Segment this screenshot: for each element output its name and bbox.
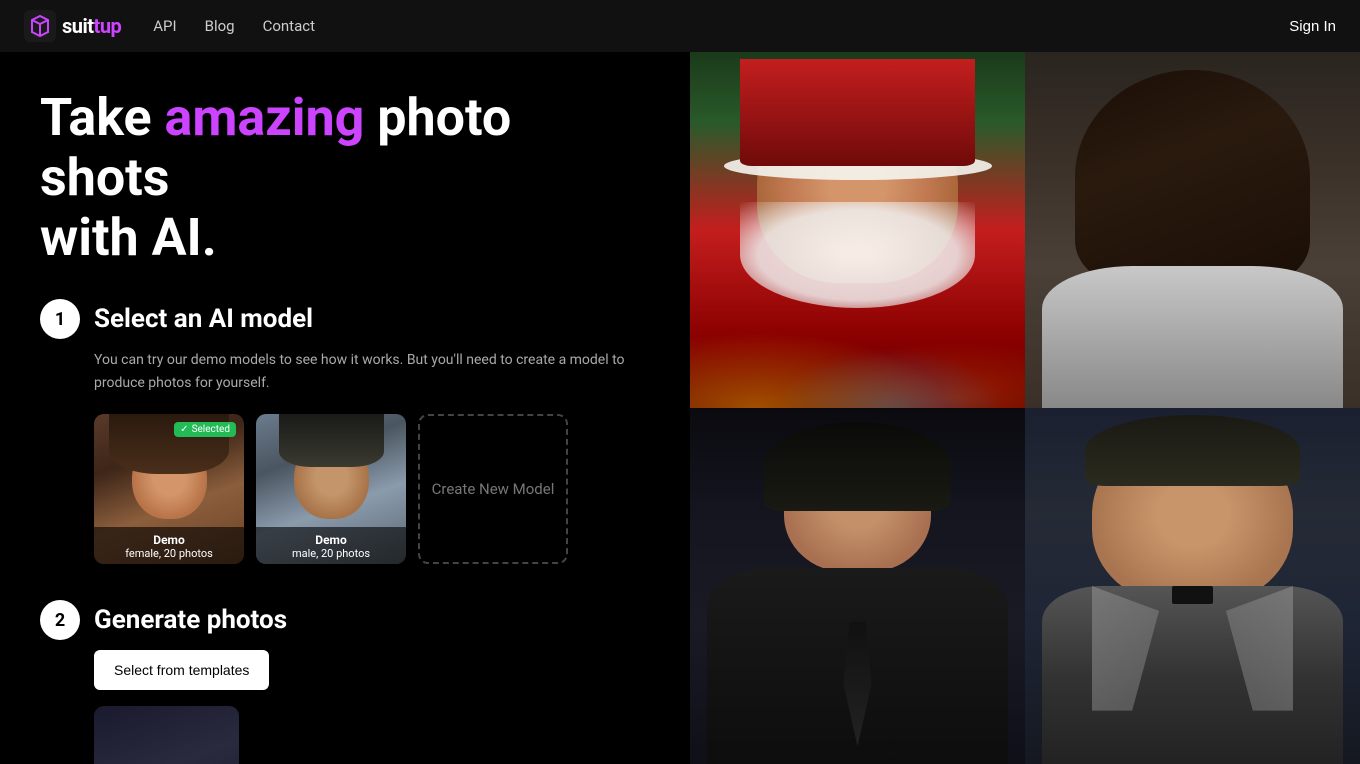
- model-cards-container: ✓ Selected Demo female, 20 photos: [40, 414, 650, 564]
- santa-pompom-detail: [901, 59, 941, 87]
- template-overlay: Select a Template: [94, 706, 239, 764]
- suit-man-hair: [764, 422, 952, 511]
- main-container: Take amazing photo shots with AI. 1 Sele…: [0, 52, 1360, 764]
- step-1-header: 1 Select an AI model: [40, 299, 650, 339]
- step-2-title: Generate photos: [94, 605, 287, 635]
- header-left: suittup API Blog Contact: [24, 10, 315, 42]
- model-male-label: Demo male, 20 photos: [256, 527, 406, 564]
- woman-sweater-detail: [1042, 266, 1344, 408]
- photo-santa-man: [690, 52, 1025, 408]
- tux-man-hair: [1085, 415, 1299, 486]
- nav-blog[interactable]: Blog: [205, 17, 235, 35]
- santa-beard-detail: [740, 202, 975, 309]
- main-nav: API Blog Contact: [153, 17, 315, 35]
- app-header: suittup API Blog Contact Sign In: [0, 0, 1360, 52]
- step-2-number: 2: [40, 600, 80, 640]
- step-1-title: Select an AI model: [94, 304, 313, 334]
- santa-fur-detail: [724, 152, 992, 180]
- logo-icon: [24, 10, 56, 42]
- left-panel: Take amazing photo shots with AI. 1 Sele…: [0, 52, 690, 764]
- sign-in-button[interactable]: Sign In: [1289, 18, 1336, 35]
- selected-badge: ✓ Selected: [174, 422, 236, 437]
- hero-subtitle: with AI.: [40, 208, 650, 268]
- photo-suit-man: [690, 408, 1025, 764]
- select-templates-button[interactable]: Select from templates: [94, 650, 269, 690]
- model-card-female-inner: ✓ Selected Demo female, 20 photos: [94, 414, 244, 564]
- photo-gallery: [690, 52, 1360, 764]
- christmas-lights: [690, 301, 1025, 408]
- template-preview-card[interactable]: Select a Template: [94, 706, 239, 764]
- model-card-demo-female[interactable]: ✓ Selected Demo female, 20 photos: [94, 414, 244, 564]
- step-1-number: 1: [40, 299, 80, 339]
- photo-tux-man: [1025, 408, 1360, 764]
- step-1-block: 1 Select an AI model You can try our dem…: [40, 299, 650, 564]
- photo-woman-silver: [1025, 52, 1360, 408]
- step-2-header: 2 Generate photos: [40, 600, 650, 640]
- tux-body: [1042, 586, 1344, 764]
- step-1-description: You can try our demo models to see how i…: [40, 349, 650, 394]
- nav-api[interactable]: API: [153, 17, 176, 35]
- tux-bowtie: [1172, 586, 1212, 604]
- create-new-model-card[interactable]: Create New Model: [418, 414, 568, 564]
- hero-title: Take amazing photo shots: [40, 88, 650, 208]
- checkmark-icon: ✓: [180, 424, 188, 435]
- woman-hair-detail: [1075, 70, 1310, 284]
- create-new-label: Create New Model: [422, 468, 565, 511]
- nav-contact[interactable]: Contact: [263, 17, 315, 35]
- logo-text: suittup: [62, 14, 121, 38]
- hero-amazing-word: amazing: [165, 87, 365, 148]
- model-card-male-inner: Demo male, 20 photos: [256, 414, 406, 564]
- step-2-block: 2 Generate photos Select from templates …: [40, 600, 650, 764]
- model-card-demo-male[interactable]: Demo male, 20 photos: [256, 414, 406, 564]
- logo[interactable]: suittup: [24, 10, 121, 42]
- model-female-label: Demo female, 20 photos: [94, 527, 244, 564]
